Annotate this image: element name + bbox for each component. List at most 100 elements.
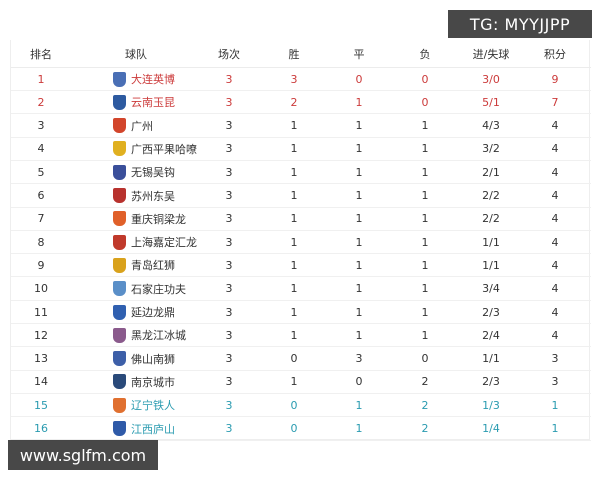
cell-goals: 2/2 [482, 189, 500, 202]
cell-rank: 15 [34, 398, 48, 412]
cell-lost: 1 [421, 305, 429, 319]
team-name: 重庆铜梁龙 [131, 212, 186, 226]
team-crest-icon [113, 188, 126, 203]
header-played: 场次 [218, 47, 240, 61]
cell-lost: 2 [421, 422, 429, 435]
cell-rank: 14 [34, 375, 48, 389]
cell-rank: 9 [37, 258, 45, 272]
cell-drawn: 0 [355, 375, 363, 389]
cell-won: 1 [290, 235, 298, 249]
cell-drawn: 1 [355, 422, 363, 435]
cell-drawn: 1 [355, 235, 363, 249]
cell-lost: 1 [421, 189, 429, 202]
cell-played: 3 [225, 212, 233, 226]
cell-goals: 1/1 [482, 258, 500, 272]
cell-rank: 4 [37, 142, 45, 156]
team-crest-icon [113, 141, 126, 157]
cell-rank: 3 [37, 119, 45, 133]
cell-played: 3 [225, 189, 233, 202]
cell-points: 4 [551, 305, 559, 319]
cell-points: 4 [551, 258, 559, 272]
team-name: 延边龙鼎 [131, 306, 175, 319]
team-name: 上海嘉定汇龙 [131, 236, 197, 250]
cell-drawn: 1 [355, 189, 363, 202]
cell-won: 1 [290, 212, 298, 226]
cell-rank: 7 [37, 212, 45, 226]
cell-played: 3 [225, 398, 233, 412]
team-name: 大连英博 [131, 73, 175, 86]
cell-drawn: 1 [355, 282, 363, 296]
cell-goals: 1/1 [482, 352, 500, 366]
cell-won: 0 [290, 352, 298, 366]
table-row[interactable]: 11 延边龙鼎 3 1 1 1 2/3 4 [11, 301, 591, 324]
team-crest-icon [113, 94, 126, 110]
cell-rank: 1 [37, 72, 45, 86]
team-name: 广西平果哈嘹 [131, 142, 197, 156]
table-row[interactable]: 12 黑龙江冰城 3 1 1 1 2/4 4 [11, 324, 591, 348]
table-row[interactable]: 14 南京城市 3 1 0 2 2/3 3 [11, 371, 591, 394]
header-points: 积分 [544, 47, 566, 61]
table-row[interactable]: 4 广西平果哈嘹 3 1 1 1 3/2 4 [11, 138, 591, 161]
table-row[interactable]: 2 云南玉昆 3 2 1 0 5/1 7 [11, 91, 591, 115]
standings-table: 排名 球队 场次 胜 平 负 进/失球 积分 1 大连英博 3 3 0 0 3/0 9 2 云南玉… [10, 40, 591, 441]
header-rank: 排名 [30, 47, 52, 61]
table-row[interactable]: 15 辽宁铁人 3 0 1 2 1/3 1 [11, 394, 591, 418]
cell-rank: 16 [34, 422, 48, 435]
table-row[interactable]: 6 苏州东吴 3 1 1 1 2/2 4 [11, 185, 591, 208]
team-name: 无锡吴钩 [131, 166, 175, 180]
cell-rank: 5 [37, 165, 45, 179]
table-row[interactable]: 1 大连英博 3 3 0 0 3/0 9 [11, 68, 591, 91]
cell-won: 1 [290, 119, 298, 133]
cell-rank: 2 [37, 95, 45, 109]
cell-lost: 1 [421, 165, 429, 179]
cell-lost: 0 [421, 352, 429, 366]
table-row[interactable]: 3 广州 3 1 1 1 4/3 4 [11, 115, 591, 138]
cell-points: 4 [551, 119, 559, 133]
cell-points: 4 [551, 328, 559, 342]
team-crest-icon [113, 211, 126, 227]
team-crest-icon [113, 351, 126, 367]
team-name: 云南玉昆 [131, 96, 175, 110]
cell-lost: 0 [421, 95, 429, 109]
cell-played: 3 [225, 422, 233, 435]
cell-rank: 10 [34, 282, 48, 296]
cell-won: 1 [290, 258, 298, 272]
cell-goals: 3/4 [482, 282, 500, 296]
cell-points: 1 [551, 422, 559, 435]
table-row[interactable]: 9 青岛红狮 3 1 1 1 1/1 4 [11, 254, 591, 278]
cell-points: 4 [551, 142, 559, 156]
cell-won: 1 [290, 328, 298, 342]
cell-goals: 2/2 [482, 212, 500, 226]
team-crest-icon [113, 71, 126, 87]
cell-lost: 1 [421, 235, 429, 249]
team-name: 江西庐山 [131, 422, 175, 436]
team-crest-icon [113, 164, 126, 180]
cell-drawn: 1 [355, 258, 363, 272]
table-row[interactable]: 16 江西庐山 3 0 1 2 1/4 1 [11, 418, 591, 441]
cell-won: 1 [290, 189, 298, 202]
table-row[interactable]: 7 重庆铜梁龙 3 1 1 1 2/2 4 [11, 208, 591, 231]
cell-drawn: 1 [355, 328, 363, 342]
cell-drawn: 1 [355, 398, 363, 412]
cell-played: 3 [225, 328, 233, 342]
cell-rank: 13 [34, 352, 48, 366]
team-crest-icon [113, 234, 126, 250]
cell-points: 4 [551, 189, 559, 202]
cell-goals: 1/1 [482, 235, 500, 249]
cell-drawn: 1 [355, 212, 363, 226]
cell-won: 1 [290, 375, 298, 389]
table-row[interactable]: 10 石家庄功夫 3 1 1 1 3/4 4 [11, 278, 591, 301]
cell-points: 3 [551, 375, 559, 389]
table-header: 排名 球队 场次 胜 平 负 进/失球 积分 [11, 40, 591, 68]
table-row[interactable]: 8 上海嘉定汇龙 3 1 1 1 1/1 4 [11, 231, 591, 255]
cell-won: 0 [290, 398, 298, 412]
cell-won: 1 [290, 305, 298, 319]
cell-drawn: 1 [355, 165, 363, 179]
table-row[interactable]: 5 无锡吴钩 3 1 1 1 2/1 4 [11, 161, 591, 185]
table-row[interactable]: 13 佛山南狮 3 0 3 0 1/1 3 [11, 348, 591, 371]
cell-lost: 1 [421, 282, 429, 296]
team-name: 石家庄功夫 [131, 282, 186, 296]
cell-won: 1 [290, 142, 298, 156]
cell-goals: 2/3 [482, 375, 500, 389]
cell-drawn: 0 [355, 72, 363, 86]
